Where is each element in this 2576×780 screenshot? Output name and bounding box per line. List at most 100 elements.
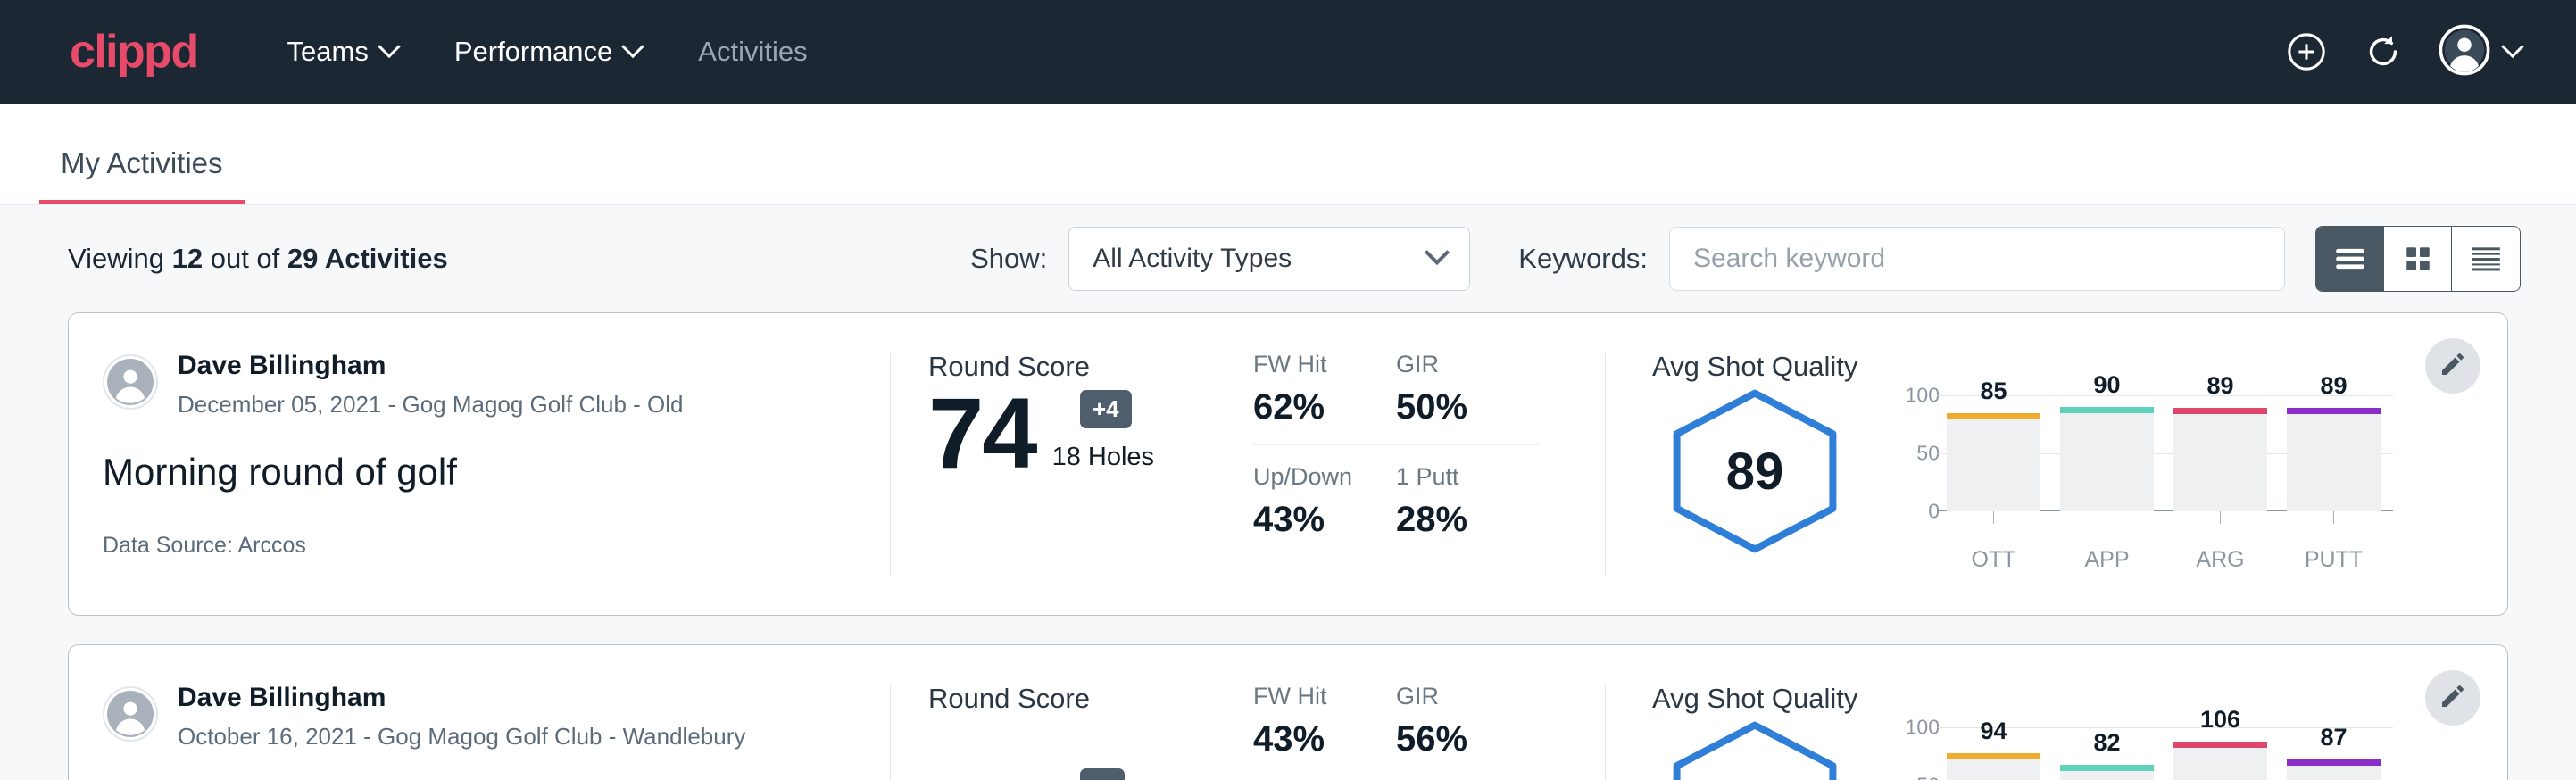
stat-gir: GIR 50%	[1396, 351, 1539, 445]
x-label-app: APP	[2060, 547, 2154, 573]
stat-one-putt: 1 Putt 28%	[1396, 445, 1539, 540]
bar-value-app: 82	[2060, 729, 2154, 757]
chart-x-tickmarks	[1947, 511, 2381, 524]
player-name: Dave Billingham	[178, 351, 684, 382]
nav-right-actions	[2285, 24, 2521, 80]
avatar	[103, 354, 158, 410]
nav-item-teams-label: Teams	[287, 36, 369, 68]
nav-item-activities-label: Activities	[698, 36, 807, 68]
bar-value-putt: 87	[2287, 724, 2381, 751]
bar-value-ott: 85	[1947, 378, 2040, 405]
activity-summary-column: Dave Billingham December 05, 2021 - Gog …	[69, 313, 890, 615]
search-box[interactable]	[1669, 227, 2285, 291]
nav-item-activities[interactable]: Activities	[669, 36, 835, 68]
viewing-mid: out of	[203, 243, 287, 274]
bar-cap-app	[2060, 407, 2154, 413]
bar-value-arg: 106	[2173, 706, 2267, 734]
x-label-ott: OTT	[1947, 547, 2040, 573]
x-label-arg: ARG	[2173, 547, 2267, 573]
shot-quality-score: 89	[1661, 386, 1849, 556]
stat-up-down: Up/Down 43%	[1253, 445, 1396, 540]
bar-ott: 94	[1947, 753, 2040, 780]
viewing-summary: Viewing 12 out of 29 Activities	[68, 243, 448, 275]
round-score-value: 74	[928, 386, 1036, 481]
pencil-icon	[2439, 350, 2467, 383]
round-score-column: Round Score 74 +4 18 Holes	[891, 313, 1248, 615]
activity-meta: December 05, 2021 - Gog Magog Golf Club …	[178, 391, 684, 419]
filter-controls: Show: All Activity Types Keywords:	[970, 226, 2521, 292]
main-nav-links: Teams Performance Activities	[259, 36, 836, 68]
nav-item-teams[interactable]: Teams	[259, 36, 426, 68]
activity-card[interactable]: Dave Billingham October 16, 2021 - Gog M…	[68, 644, 2508, 780]
chevron-down-icon	[2501, 36, 2523, 58]
bar-cap-putt	[2287, 408, 2381, 414]
avatar	[103, 686, 158, 742]
avg-shot-quality-label: Avg Shot Quality	[1652, 683, 2507, 715]
y-tick-0: 0	[1928, 500, 1940, 524]
bar-value-arg: 89	[2173, 372, 2267, 400]
nav-item-performance-label: Performance	[454, 36, 612, 68]
top-navigation-bar: clippd Teams Performance Activities	[0, 0, 2576, 104]
activity-meta: October 16, 2021 - Gog Magog Golf Club -…	[178, 723, 745, 751]
player-name: Dave Billingham	[178, 683, 745, 714]
add-activity-button[interactable]	[2285, 30, 2328, 73]
activity-type-value: All Activity Types	[1093, 244, 1292, 274]
stat-label: Up/Down	[1253, 463, 1366, 491]
bar-cap-arg	[2173, 408, 2267, 414]
viewing-suffix: Activities	[318, 243, 447, 274]
keywords-label: Keywords:	[1518, 243, 1648, 275]
round-stats-grid: FW Hit 62% GIR 50% Up/Down 43% 1 Putt 28…	[1253, 351, 1605, 540]
bar-cap-ott	[1947, 753, 2040, 759]
refresh-button[interactable]	[2362, 30, 2405, 73]
stat-label: FW Hit	[1253, 351, 1366, 378]
show-label: Show:	[970, 243, 1047, 275]
bar-value-app: 90	[2060, 371, 2154, 399]
player-identity: Dave Billingham October 16, 2021 - Gog M…	[103, 683, 890, 751]
avg-shot-quality-body: 89 100 50 0 8	[1652, 386, 2507, 573]
shot-quality-bar-chart: 100 50 0 94	[1899, 718, 2381, 780]
score-to-par-badge	[1080, 768, 1125, 780]
tab-strip: My Activities	[0, 104, 2576, 205]
shot-quality-bar-chart: 100 50 0 85	[1899, 386, 2381, 573]
stat-gir: GIR 56%	[1396, 683, 1539, 759]
user-avatar-icon	[2439, 24, 2490, 80]
round-score-label: Round Score	[928, 683, 1248, 715]
stat-fw-hit: FW Hit 43%	[1253, 683, 1396, 759]
bar-cap-arg	[2173, 742, 2267, 748]
bar-cap-ott	[1947, 413, 2040, 419]
bar-putt: 87	[2287, 759, 2381, 780]
search-input[interactable]	[1693, 244, 2261, 274]
compact-view-button[interactable]	[2452, 227, 2520, 291]
activity-card[interactable]: Dave Billingham December 05, 2021 - Gog …	[68, 312, 2508, 616]
activity-summary-column: Dave Billingham October 16, 2021 - Gog M…	[69, 645, 890, 780]
tab-my-activities[interactable]: My Activities	[39, 146, 245, 204]
viewing-count: 12	[172, 243, 203, 274]
chart-plot-area: 94 82 106 8	[1947, 727, 2381, 780]
user-menu[interactable]	[2439, 24, 2521, 80]
bar-value-putt: 89	[2287, 372, 2381, 400]
activity-card-list: Dave Billingham December 05, 2021 - Gog …	[0, 312, 2576, 780]
chart-y-axis: 100 50 0	[1899, 727, 1947, 780]
filter-bar: Viewing 12 out of 29 Activities Show: Al…	[0, 205, 2576, 312]
score-to-par-badge: +4	[1080, 390, 1132, 428]
stat-label: 1 Putt	[1396, 463, 1508, 491]
y-tick-100: 100	[1906, 384, 1940, 408]
activity-title: Morning round of golf	[103, 451, 890, 494]
edit-activity-button[interactable]	[2425, 670, 2480, 726]
stat-value: 43%	[1253, 500, 1366, 540]
bar-app: 90	[2060, 407, 2154, 511]
bar-arg: 106	[2173, 742, 2267, 780]
stat-value: 28%	[1396, 500, 1508, 540]
clippd-logo[interactable]: clippd	[70, 29, 198, 75]
round-stats-column: FW Hit 43% GIR 56%	[1248, 645, 1605, 780]
edit-activity-button[interactable]	[2425, 338, 2480, 394]
grid-view-button[interactable]	[2384, 227, 2452, 291]
list-view-button[interactable]	[2316, 227, 2384, 291]
y-tick-100: 100	[1906, 716, 1940, 740]
activity-type-select[interactable]: All Activity Types	[1068, 227, 1470, 291]
shot-quality-hexagon	[1661, 718, 1849, 780]
nav-item-performance[interactable]: Performance	[426, 36, 669, 68]
stat-label: GIR	[1396, 351, 1508, 378]
stat-value: 62%	[1253, 387, 1366, 427]
stat-value: 56%	[1396, 719, 1508, 759]
